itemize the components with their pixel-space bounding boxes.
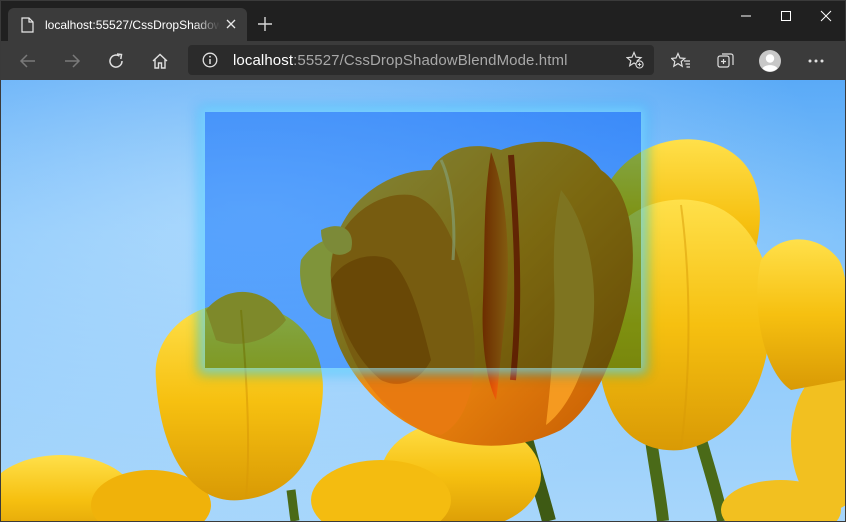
more-icon[interactable] bbox=[803, 48, 829, 74]
page-viewport bbox=[1, 80, 845, 521]
back-arrow-icon[interactable] bbox=[15, 48, 41, 74]
browser-window: localhost:55527/CssDropShadowBlendMode.h… bbox=[0, 0, 846, 522]
info-icon[interactable] bbox=[202, 52, 218, 68]
close-icon[interactable] bbox=[806, 0, 846, 32]
maximize-icon[interactable] bbox=[766, 0, 806, 32]
refresh-icon[interactable] bbox=[103, 48, 129, 74]
window-controls bbox=[726, 0, 846, 32]
profile-avatar-icon[interactable] bbox=[757, 48, 783, 74]
add-favorite-icon[interactable] bbox=[625, 50, 644, 69]
url-host: localhost bbox=[233, 52, 294, 69]
address-bar[interactable]: localhost:55527/CssDropShadowBlendMode.h… bbox=[188, 45, 654, 75]
favorites-icon[interactable] bbox=[668, 48, 694, 74]
title-bar: localhost:55527/CssDropShadowBlendMode.h… bbox=[0, 0, 846, 41]
close-icon[interactable] bbox=[223, 16, 239, 32]
drop-shadow-blend-box bbox=[205, 112, 641, 368]
plus-icon[interactable] bbox=[255, 14, 275, 34]
url-text: localhost:55527/CssDropShadowBlendMode.h… bbox=[233, 52, 568, 69]
browser-tab[interactable]: localhost:55527/CssDropShadowBlendMode.h… bbox=[8, 8, 247, 41]
browser-toolbar: localhost:55527/CssDropShadowBlendMode.h… bbox=[0, 41, 846, 80]
home-icon[interactable] bbox=[147, 48, 173, 74]
tab-title: localhost:55527/CssDropShadowBlendMode.h… bbox=[45, 17, 220, 32]
url-path: :55527/CssDropShadowBlendMode.html bbox=[293, 52, 568, 69]
forward-arrow-icon[interactable] bbox=[59, 48, 85, 74]
collections-icon[interactable] bbox=[713, 48, 739, 74]
minimize-icon[interactable] bbox=[726, 0, 766, 32]
page-icon bbox=[20, 16, 34, 33]
